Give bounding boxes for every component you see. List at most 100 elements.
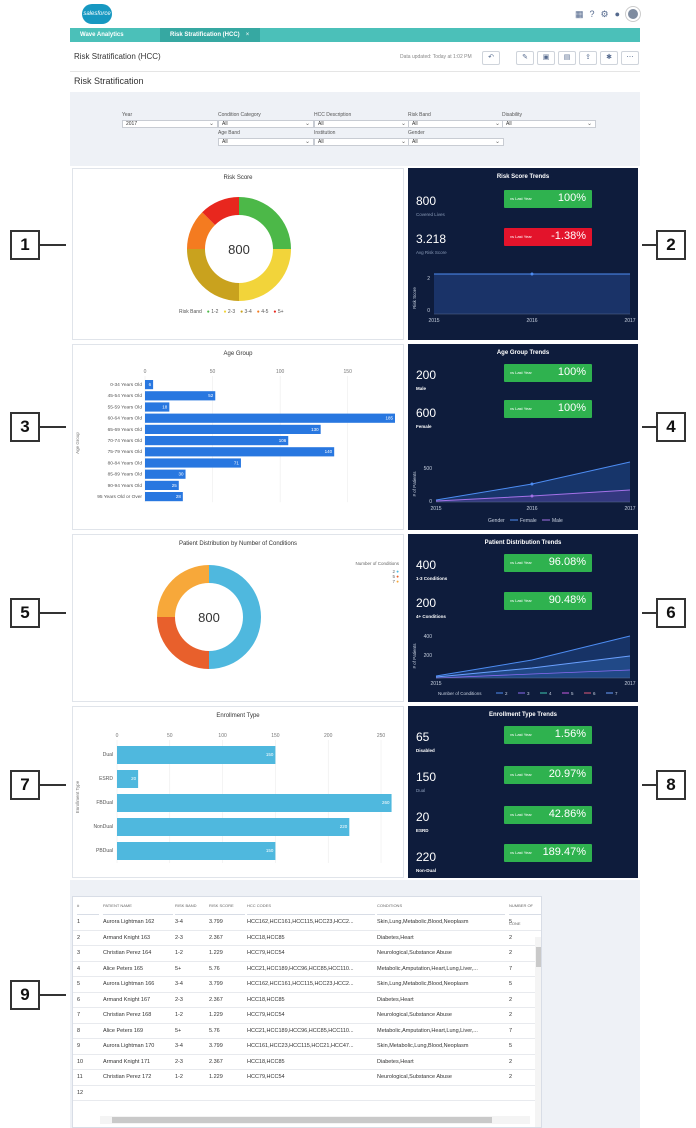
table-row[interactable]: 4 Alice Peters 165 5+ 5.76 HCC21,HCC189,HCC9… xyxy=(73,962,541,977)
filter-age-band-label: Age Band xyxy=(218,130,240,136)
tab-bar: Wave Analytics Risk Stratification (HCC)… xyxy=(70,28,640,42)
table-row[interactable]: 11 Christian Perez 172 1-2 1.229 HCC79,HCC54… xyxy=(73,1070,541,1086)
help-icon[interactable]: ? xyxy=(589,9,594,19)
age-group-bar-chart[interactable]: Age Group0 50 100 1500-34 Years Old 645-54 Y… xyxy=(73,363,403,529)
tab-risk-stratification[interactable]: Risk Stratification (HCC) × xyxy=(160,28,260,42)
notifications-icon[interactable]: ● xyxy=(615,9,620,19)
y-tick: 400 xyxy=(424,634,433,640)
legend-label[interactable]: 3 xyxy=(527,691,530,696)
data-point[interactable] xyxy=(530,482,534,486)
bar[interactable] xyxy=(145,391,216,401)
data-point[interactable] xyxy=(530,494,534,498)
legend-item[interactable]: 7 ● xyxy=(343,579,400,584)
edit-button[interactable]: ✎ xyxy=(516,51,534,65)
category-label: FBDual xyxy=(96,800,113,806)
filter-gender-label: Gender xyxy=(408,130,425,136)
column-header[interactable]: PATIENT NAME xyxy=(103,897,173,915)
legend-item[interactable]: ● 4-5 xyxy=(257,309,269,315)
subscribe-button[interactable]: ✱ xyxy=(600,51,618,65)
table-cell xyxy=(175,1086,209,1101)
settings-icon[interactable]: ⚙ xyxy=(600,9,608,20)
filter-condition-category-select[interactable]: All ⌄ xyxy=(218,120,314,128)
age-group-trend-chart[interactable]: # of Patients 500 0 2015 2016 2017 Gende… xyxy=(408,456,638,530)
column-header[interactable]: CONDITIONS xyxy=(377,897,505,915)
share-button[interactable]: ⇪ xyxy=(579,51,597,65)
bar[interactable] xyxy=(145,424,321,434)
filter-disability-select[interactable]: All ⌄ xyxy=(502,120,596,128)
legend-item[interactable]: ● 2-3 xyxy=(223,309,235,315)
data-point[interactable] xyxy=(530,272,534,276)
bar[interactable] xyxy=(145,447,335,457)
bar[interactable] xyxy=(117,842,276,860)
table-row[interactable]: 3 Christian Perez 164 1-2 1.229 HCC79,HCC54 N… xyxy=(73,946,541,962)
column-header[interactable]: NUMBER OF CONE xyxy=(509,897,541,926)
filter-age-band-select[interactable]: All ⌄ xyxy=(218,138,314,146)
bar[interactable] xyxy=(145,413,395,423)
tab-wave-analytics[interactable]: Wave Analytics xyxy=(70,28,160,42)
vertical-scrollbar[interactable] xyxy=(535,937,541,1127)
enrollment-type-trends-panel: Enrollment Type Trends 65 Disabled vs La… xyxy=(408,706,638,878)
horizontal-scrollbar[interactable] xyxy=(100,1116,530,1124)
bar[interactable] xyxy=(145,458,241,468)
patient-distribution-donut[interactable]: 800 xyxy=(149,557,269,677)
patient-distribution-trend-chart[interactable]: # of Patients 400 200 2015 2017 Number o… xyxy=(408,628,638,702)
avatar[interactable] xyxy=(626,7,640,21)
table-row[interactable]: 12 xyxy=(73,1086,541,1101)
table-cell: 1-2 xyxy=(175,950,183,956)
filter-institution-select[interactable]: All ⌄ xyxy=(314,138,410,146)
bar[interactable] xyxy=(117,818,350,836)
legend-label[interactable]: Female xyxy=(520,518,537,524)
column-header[interactable]: HCC CODES xyxy=(247,897,375,915)
scrollbar-thumb[interactable] xyxy=(112,1117,492,1123)
notes-button[interactable]: ▤ xyxy=(558,51,576,65)
filter-risk-band-select[interactable]: All ⌄ xyxy=(408,120,504,128)
filter-gender-select[interactable]: All ⌄ xyxy=(408,138,504,146)
filter-value: 2017 xyxy=(126,121,138,127)
bar[interactable] xyxy=(145,436,289,446)
badge-value: 100% xyxy=(557,192,586,204)
category-label: PBDual xyxy=(96,848,113,854)
save-button[interactable]: ▣ xyxy=(537,51,555,65)
legend-label[interactable]: Male xyxy=(552,518,563,524)
table-row[interactable]: 10 Armand Knight 171 2-3 2.367 HCC18,HCC85 Di… xyxy=(73,1055,541,1070)
legend-label[interactable]: 7 xyxy=(615,691,618,696)
filter-hcc-description-label: HCC Description xyxy=(314,112,352,118)
legend-item[interactable]: ● 3-4 xyxy=(240,309,252,315)
risk-score-trend-chart[interactable]: Risk Score 2 0 2015 2016 2017 xyxy=(408,262,638,338)
table-cell: 4 xyxy=(77,965,81,972)
table-row[interactable]: 6 Armand Knight 167 2-3 2.367 HCC18,HCC85 Dia… xyxy=(73,993,541,1008)
filter-hcc-description-select[interactable]: All ⌄ xyxy=(314,120,410,128)
dual-label: Dual xyxy=(416,788,426,793)
column-header[interactable]: RISK SCORE xyxy=(209,897,245,915)
app-launcher-icon[interactable]: ▦ xyxy=(575,9,584,20)
column-header[interactable]: # xyxy=(77,897,99,915)
legend-label[interactable]: 2 xyxy=(505,691,508,696)
table-row[interactable]: 1 Aurora Lightman 162 3-4 3.799 HCC162,HCC16… xyxy=(73,915,541,931)
column-header[interactable]: RISK BAND xyxy=(175,897,209,915)
table-row[interactable]: 5 Aurora Lightman 166 3-4 3.799 HCC162,HCC16… xyxy=(73,977,541,993)
table-row[interactable]: 2 Armand Knight 163 2-3 2.367 HCC18,HCC85 Dia… xyxy=(73,931,541,946)
table-row[interactable]: 7 Christian Perez 168 1-2 1.229 HCC79,HCC54 N… xyxy=(73,1008,541,1024)
close-icon[interactable]: × xyxy=(246,32,250,38)
table-row[interactable]: 9 Aurora Lightman 170 3-4 3.799 HCC161,HCC23… xyxy=(73,1039,541,1055)
panel-title: Risk Score xyxy=(223,175,253,181)
table-cell xyxy=(103,1086,173,1101)
risk-score-donut[interactable]: 800 xyxy=(179,189,299,309)
salesforce-logo[interactable]: salesforce xyxy=(82,4,112,24)
legend-label[interactable]: 6 xyxy=(593,691,596,696)
yoy-badge: vs Last Year 189.47% xyxy=(504,844,592,862)
enrollment-type-bar-chart[interactable]: Enrollment Type 0 50 100 150 200 250 Dual 150 ESR… xyxy=(73,727,403,877)
patient-table[interactable]: # PATIENT NAME RISK BAND RISK SCORE HCC CODE… xyxy=(72,896,542,1128)
table-row[interactable]: 8 Alice Peters 169 5+ 5.76 HCC21,HCC189,HCC9… xyxy=(73,1024,541,1039)
legend-item[interactable]: ● 5+ xyxy=(273,309,283,315)
legend-label[interactable]: 4 xyxy=(549,691,552,696)
scrollbar-thumb[interactable] xyxy=(536,947,541,967)
more-actions-button[interactable]: ⋯ xyxy=(621,51,639,65)
four-plus-conditions-value: 200 xyxy=(416,596,437,610)
undo-button[interactable]: ↶ xyxy=(482,51,500,65)
filter-year-select[interactable]: 2017 ⌄ xyxy=(122,120,218,128)
legend-label[interactable]: 5 xyxy=(571,691,574,696)
bar[interactable] xyxy=(117,746,276,764)
bar[interactable] xyxy=(117,794,392,812)
legend-item[interactable]: ● 1-2 xyxy=(207,309,219,315)
